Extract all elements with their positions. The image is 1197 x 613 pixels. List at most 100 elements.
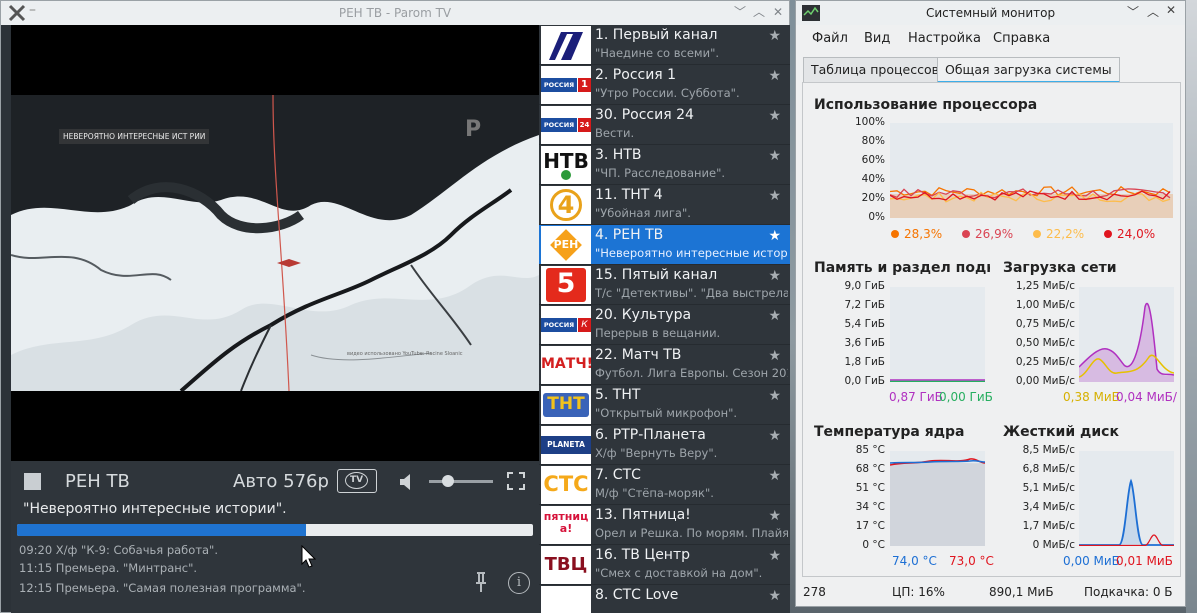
legend-value: 0,87 ГиБ bbox=[889, 390, 943, 404]
maximize-icon[interactable]: ︿ bbox=[750, 3, 768, 21]
cpu-section-title: Использование процессора bbox=[814, 97, 1038, 113]
y-tick-label: 5,1 МиБ/с bbox=[1022, 482, 1075, 494]
favorite-star-icon[interactable]: ★ bbox=[768, 28, 781, 44]
epg-item: 11:15 Премьера. "Минтранс". bbox=[19, 561, 198, 575]
channel-logo-sts: СТС bbox=[541, 466, 591, 504]
quality-selector[interactable]: Авто 576p bbox=[233, 471, 329, 492]
legend-value: 24,0% bbox=[1117, 227, 1156, 241]
channel-list[interactable]: 1. Первый канал "Наедине со всеми". ★ РОССИ… bbox=[539, 25, 790, 613]
logo-text: РОССИЯ bbox=[541, 118, 577, 132]
program-progress-bar bbox=[17, 524, 533, 536]
channel-list-item[interactable]: РОССИЯ 24 30. Россия 24 Вести. ★ bbox=[539, 105, 790, 145]
system-load-panel: Использование процессора 100% 80% 60% 40% 20… bbox=[802, 82, 1181, 577]
favorite-star-icon[interactable]: ★ bbox=[768, 268, 781, 284]
maximize-icon[interactable]: ︿ bbox=[1147, 3, 1159, 20]
channel-list-item[interactable]: МАТЧ! 22. Матч ТВ Футбол. Лига Европы. Сез… bbox=[539, 345, 790, 385]
volume-slider[interactable] bbox=[429, 475, 493, 487]
memory-graph bbox=[890, 287, 985, 383]
y-tick-label: 5,4 ГиБ bbox=[844, 318, 885, 330]
minimize-icon[interactable]: ﹀ bbox=[1127, 3, 1139, 20]
pin-icon[interactable] bbox=[473, 571, 489, 593]
close-icon[interactable]: ✕ bbox=[769, 3, 787, 21]
favorite-star-icon[interactable]: ★ bbox=[768, 428, 781, 444]
y-tick-label: 9,0 ГиБ bbox=[844, 280, 885, 292]
channel-list-item[interactable]: 1. Первый канал "Наедине со всеми". ★ bbox=[539, 25, 790, 65]
channel-list-item[interactable]: РОССИЯ 1 2. Россия 1 "Утро России. Суббота"… bbox=[539, 65, 790, 105]
logo-text: ТНТ bbox=[547, 394, 585, 414]
favorite-star-icon[interactable]: ★ bbox=[768, 148, 781, 164]
fullscreen-icon[interactable] bbox=[507, 472, 525, 490]
tab-system-load[interactable]: Общая загрузка системы bbox=[937, 57, 1120, 83]
volume-slider-knob[interactable] bbox=[442, 475, 454, 487]
y-tick-label: 3,6 ГиБ bbox=[844, 337, 885, 349]
channel-list-item[interactable]: ТВЦ 16. ТВ Центр "Смех с доставкой на дом"… bbox=[539, 545, 790, 585]
favorite-star-icon[interactable]: ★ bbox=[768, 108, 781, 124]
channel-list-item[interactable]: РЕН 4. РЕН ТВ "Невероятно интересные истор… bbox=[539, 225, 790, 265]
favorite-star-icon[interactable]: ★ bbox=[768, 228, 781, 244]
channel-list-item[interactable]: СТС 7. СТС М/ф "Стёпа-моряк". ★ bbox=[539, 465, 790, 505]
tv-guide-button[interactable]: TV bbox=[337, 469, 377, 493]
minimize-icon[interactable]: ﹀ bbox=[731, 3, 749, 21]
y-tick-label: 40% bbox=[861, 173, 885, 185]
channel-list-item[interactable]: 4 11. ТНТ 4 "Убойная лига". ★ bbox=[539, 185, 790, 225]
legend-item: 26,9% bbox=[962, 227, 1013, 241]
favorite-star-icon[interactable]: ★ bbox=[768, 188, 781, 204]
y-tick-label: 1,7 МиБ/с bbox=[1022, 520, 1075, 532]
channel-list-item[interactable]: 8. СТС Love ★ bbox=[539, 585, 790, 613]
channel-program: "Невероятно интересные истори bbox=[595, 246, 788, 260]
volume-icon[interactable] bbox=[399, 473, 413, 491]
channel-name: 6. РТР-Планета bbox=[595, 427, 706, 443]
temperature-graph bbox=[889, 451, 986, 546]
channel-program: Т/с "Детективы". "Два выстрела". bbox=[595, 286, 788, 300]
favorite-star-icon[interactable]: ★ bbox=[768, 588, 781, 604]
favorite-star-icon[interactable]: ★ bbox=[768, 508, 781, 524]
favorite-star-icon[interactable]: ★ bbox=[768, 548, 781, 564]
current-channel-name: РЕН ТВ bbox=[65, 471, 130, 492]
legend-item: 22,2% bbox=[1033, 227, 1084, 241]
logo-text: 4 bbox=[557, 191, 575, 219]
legend-dot bbox=[891, 230, 899, 238]
channel-logo-planeta: PLANETA bbox=[541, 426, 591, 464]
channel-list-item[interactable]: НТВ 3. НТВ "ЧП. Расследование". ★ bbox=[539, 145, 790, 185]
channel-program: Перерыв в вещании. bbox=[595, 326, 721, 340]
favorite-star-icon[interactable]: ★ bbox=[768, 348, 781, 364]
channel-program: Орел и Решка. По морям. Плайя- bbox=[595, 526, 788, 540]
parom-tv-window: – РЕН ТВ - Parom TV ﹀ ︿ ✕ НЕВЕРОЯТНО ИНТ… bbox=[0, 0, 790, 613]
status-memory: 890,1 МиБ bbox=[989, 585, 1054, 599]
channel-list-item[interactable]: PLANETA 6. РТР-Планета Х/ф "Вернуть Веру".… bbox=[539, 425, 790, 465]
channel-logo-first bbox=[541, 26, 591, 64]
cpu-area-fill bbox=[890, 194, 1173, 218]
channel-program: "Открытый микрофон". bbox=[595, 406, 738, 420]
favorite-star-icon[interactable]: ★ bbox=[768, 388, 781, 404]
menu-help[interactable]: Справка bbox=[993, 31, 1050, 46]
channel-logo-tnt4: 4 bbox=[541, 186, 591, 224]
parom-titlebar[interactable]: – РЕН ТВ - Parom TV ﹀ ︿ ✕ bbox=[1, 1, 789, 25]
info-icon[interactable]: i bbox=[508, 572, 530, 594]
channel-list-item[interactable]: РОССИЯ К 20. Культура Перерыв в вещании. ★ bbox=[539, 305, 790, 345]
menu-settings[interactable]: Настройка bbox=[908, 31, 981, 46]
video-area[interactable]: НЕВЕРОЯТНО ИНТЕРЕСНЫЕ ИСТ РИИ Р видео ис… bbox=[11, 25, 539, 461]
y-tick-label: 8,5 МиБ/с bbox=[1022, 444, 1075, 456]
favorite-star-icon[interactable]: ★ bbox=[768, 308, 781, 324]
favorite-star-icon[interactable]: ★ bbox=[768, 68, 781, 84]
channel-logo-kultura: РОССИЯ К bbox=[541, 306, 591, 344]
y-tick-label: 0,50 МиБ/с bbox=[1015, 337, 1075, 349]
channel-list-item[interactable]: пятница! 13. Пятница! Орел и Решка. По мор… bbox=[539, 505, 790, 545]
channel-list-item[interactable]: ТНТ 5. ТНТ "Открытый микрофон". ★ bbox=[539, 385, 790, 425]
channel-list-item[interactable]: 5 15. Пятый канал Т/с "Детективы". "Два вы… bbox=[539, 265, 790, 305]
disk-chart bbox=[1079, 478, 1174, 547]
tab-process-table[interactable]: Таблица процессов bbox=[803, 57, 947, 82]
channel-logo-match: МАТЧ! bbox=[541, 346, 591, 384]
close-icon[interactable]: ✕ bbox=[1166, 3, 1176, 17]
stop-button[interactable] bbox=[24, 473, 41, 490]
legend-dot bbox=[1104, 230, 1112, 238]
favorite-star-icon[interactable]: ★ bbox=[768, 468, 781, 484]
channel-logo-tnt: ТНТ bbox=[541, 386, 591, 424]
channel-logo-russia24: РОССИЯ 24 bbox=[541, 106, 591, 144]
channel-name: 22. Матч ТВ bbox=[595, 347, 682, 363]
menu-file[interactable]: Файл bbox=[812, 31, 848, 46]
channel-name: 8. СТС Love bbox=[595, 587, 679, 603]
menu-view[interactable]: Вид bbox=[864, 31, 890, 46]
monitor-titlebar[interactable]: Системный монитор ﹀ ︿ ✕ bbox=[796, 1, 1185, 25]
epg-item: 12:15 Премьера. "Самая полезная программ… bbox=[19, 581, 306, 595]
